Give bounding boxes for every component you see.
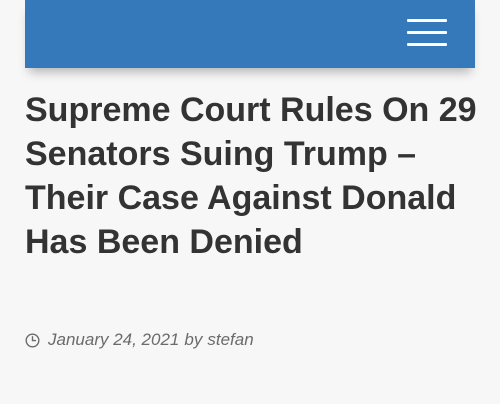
post-meta: January 24, 2021 by stefan: [25, 328, 254, 352]
site-header: [25, 0, 475, 68]
post-date[interactable]: January 24, 2021: [48, 330, 179, 350]
author-link[interactable]: stefan: [207, 330, 253, 350]
article-title: Supreme Court Rules On 29 Senators Suing…: [25, 91, 477, 261]
page: Supreme Court Rules On 29 Senators Suing…: [0, 0, 500, 404]
menu-line: [407, 19, 447, 22]
hamburger-menu-button[interactable]: [405, 17, 449, 49]
clock-icon: [25, 332, 40, 348]
byline-label: by: [184, 330, 203, 349]
menu-line: [407, 43, 447, 46]
menu-line: [407, 31, 447, 34]
